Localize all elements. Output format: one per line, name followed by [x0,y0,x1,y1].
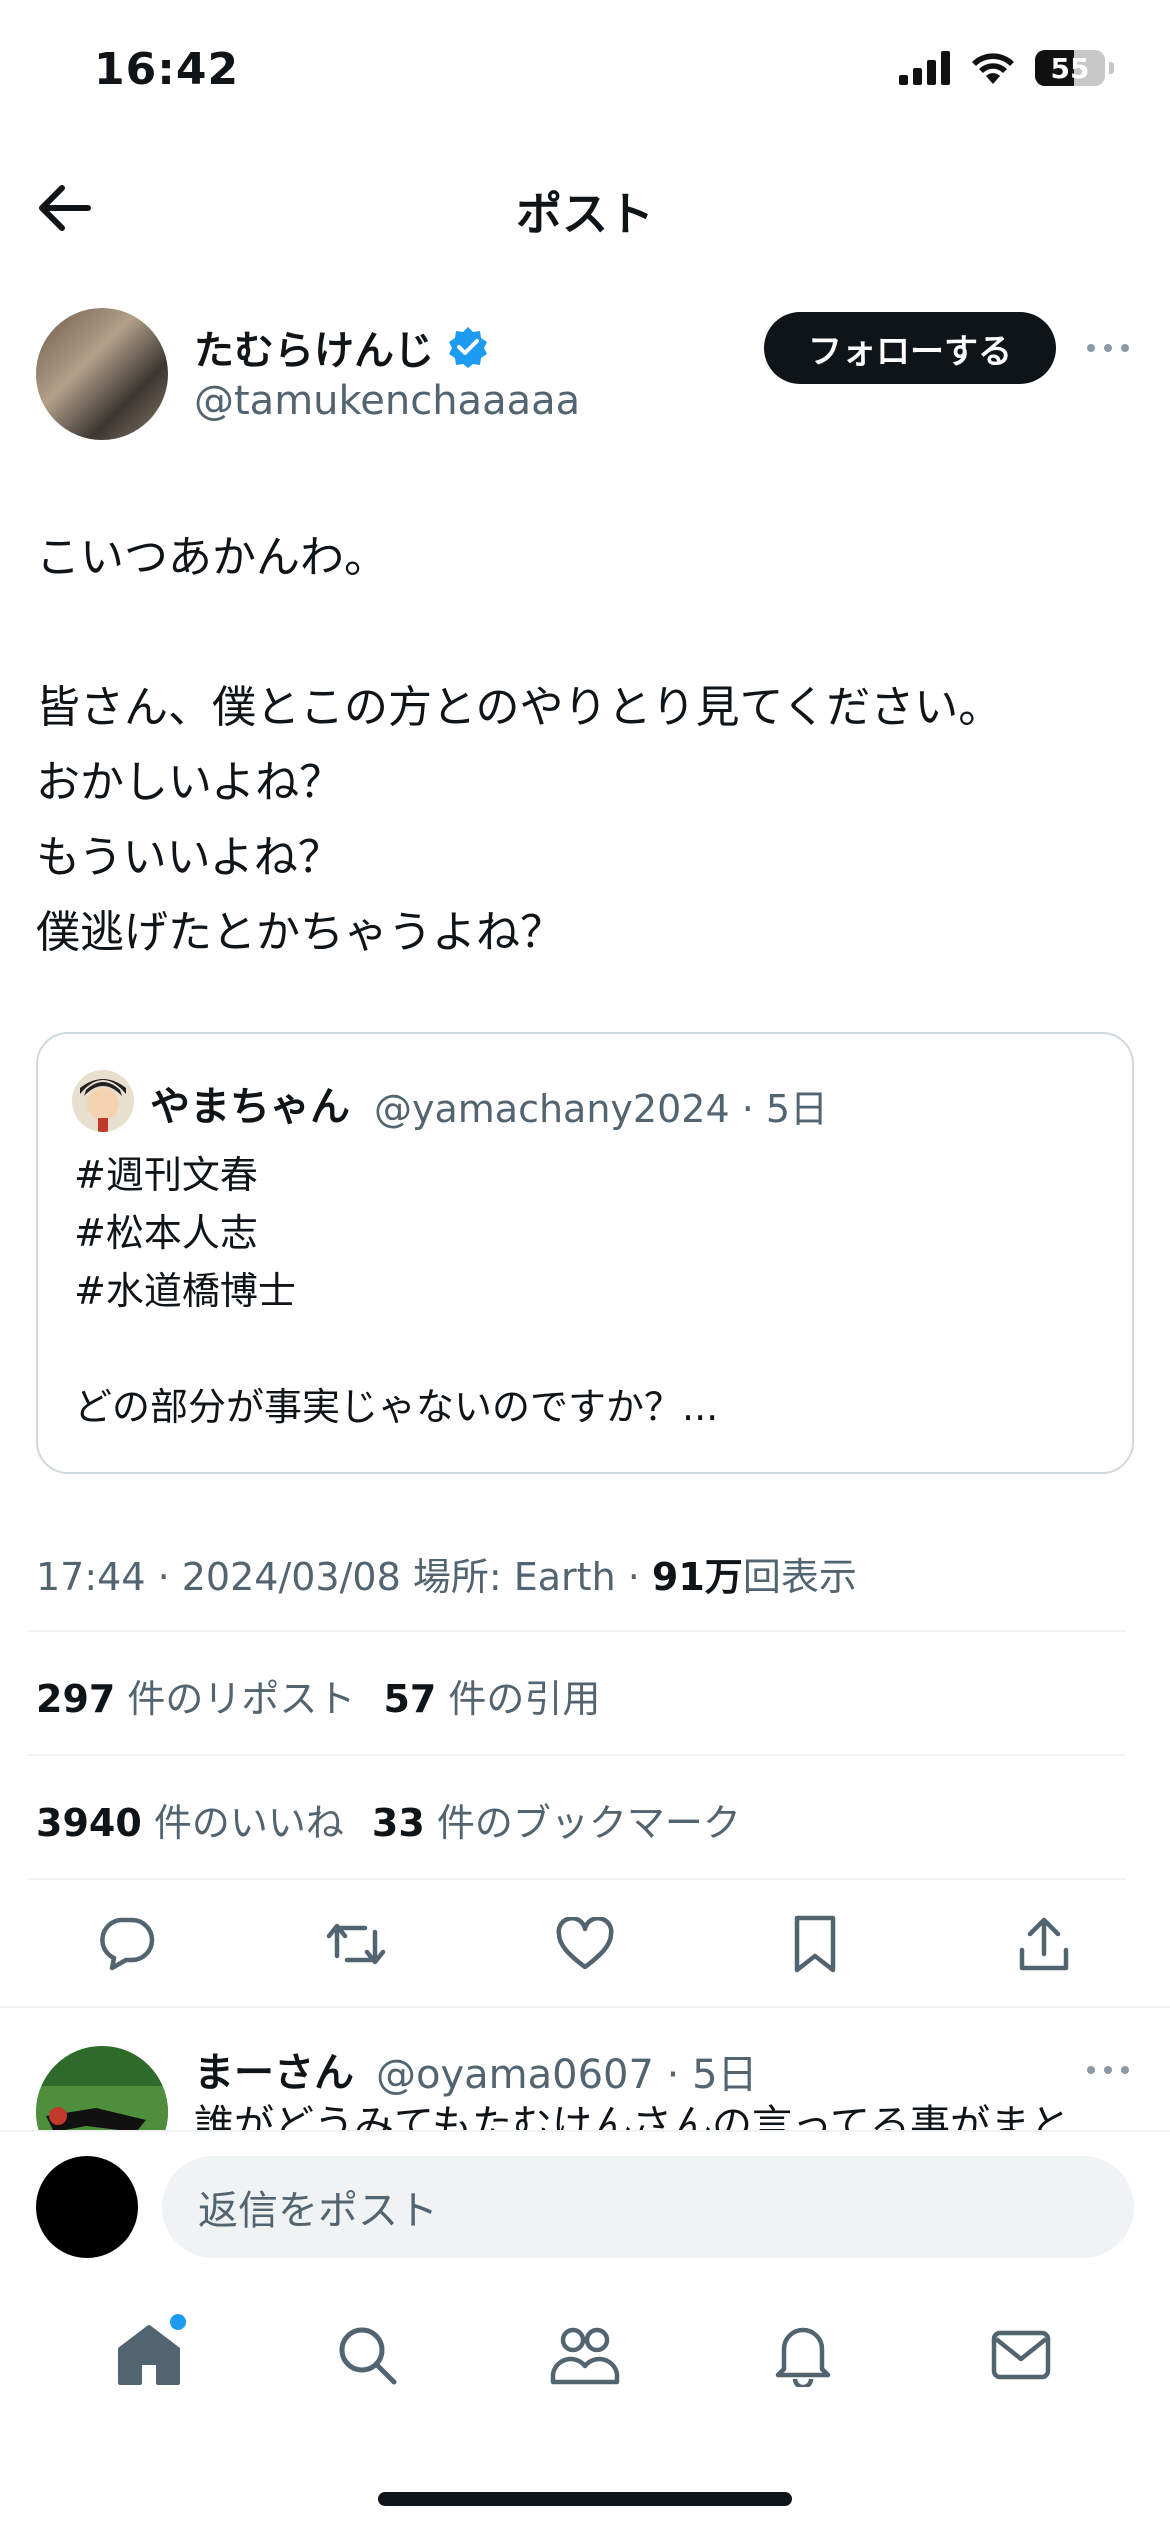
status-icons: 55 [899,50,1114,86]
reply-icon [100,1917,155,1971]
stats-row-reposts: 297 件のリポスト 57 件の引用 [36,1668,600,1723]
messages-icon [991,2330,1051,2380]
more-icon [1087,2066,1129,2074]
more-icon [1087,344,1129,352]
divider [28,1878,1126,1880]
divider [28,1630,1126,1632]
tab-home[interactable] [104,2310,194,2400]
notifications-icon [775,2327,831,2387]
stats-row-likes: 3940 件のいいね 33 件のブックマーク [36,1792,741,1847]
author-handle[interactable]: @tamukenchaaaaa [194,378,580,424]
quotes-stat[interactable]: 57 件の引用 [383,1668,600,1723]
notification-dot [170,2314,186,2330]
bookmark-icon [794,1915,835,1973]
tab-messages[interactable] [976,2310,1066,2400]
reply-button[interactable] [90,1908,162,1980]
post-datetime: 17:44 · 2024/03/08 [36,1555,401,1599]
status-time: 16:42 [94,44,240,95]
wifi-icon [972,53,1014,84]
more-button[interactable] [1078,328,1138,368]
home-icon [118,2325,180,2385]
reply-author-name[interactable]: まーさん [194,2040,354,2098]
author-name-row[interactable]: たむらけんじ [194,318,490,376]
home-indicator [378,2492,792,2506]
tab-search[interactable] [322,2310,412,2400]
author-name: たむらけんじ [194,328,434,374]
share-button[interactable] [1008,1908,1080,1980]
follow-button[interactable]: フォローする [764,312,1056,384]
battery-level: 55 [1050,51,1090,85]
tab-communities[interactable] [540,2310,630,2400]
post-location: 場所: Earth · [412,1555,640,1599]
tab-bar [0,2290,1170,2420]
reposts-stat[interactable]: 297 件のリポスト [36,1668,355,1723]
quote-author-name: やまちゃん [150,1084,350,1130]
reply-text: 誰がどうみてもたむけんさんの言ってる事がまと [194,2102,1070,2130]
divider [0,2006,1170,2008]
reply-more-button[interactable] [1078,2050,1138,2090]
tab-notifications[interactable] [758,2310,848,2400]
views-label: 回表示 [742,1555,857,1599]
back-arrow-icon [39,185,91,231]
likes-stat[interactable]: 3940 件のいいね [36,1792,344,1847]
quote-author-handle: @yamachany2024 · 5日 [374,1087,829,1131]
quote-avatar [72,1070,134,1132]
views-count: 91万 [651,1555,743,1599]
reply-input[interactable]: 返信をポスト [162,2156,1134,2258]
post-meta: 17:44 · 2024/03/08 場所: Earth · 91万回表示 [36,1546,857,1601]
action-bar [90,1908,1080,1980]
share-icon [1019,1917,1069,1971]
repost-icon [326,1923,385,1965]
post-text: こいつあかんわ。 皆さん、僕とこの方とのやりとり見てください。 おかしいよね？ … [36,532,1003,958]
bookmark-button[interactable] [779,1908,851,1980]
author-avatar[interactable] [36,308,168,440]
quote-text: #週刊文春 #松本人志 #水道橋博士 どの部分が事実じゃないのですか？... [74,1153,719,1429]
like-icon [556,1917,614,1970]
reply-author-handle: @oyama0607 · 5日 [376,2052,758,2098]
divider [28,1754,1126,1756]
repost-button[interactable] [320,1908,392,1980]
bookmarks-stat[interactable]: 33 件のブックマーク [372,1792,741,1847]
my-avatar [36,2156,138,2258]
like-button[interactable] [549,1908,621,1980]
page-title: ポスト [516,187,654,241]
communities-icon [550,2327,620,2385]
back-button[interactable] [28,172,100,244]
battery-icon: 55 [1035,50,1105,86]
search-icon [339,2327,397,2385]
signal-icon [899,51,950,85]
verified-badge-icon [449,327,487,368]
